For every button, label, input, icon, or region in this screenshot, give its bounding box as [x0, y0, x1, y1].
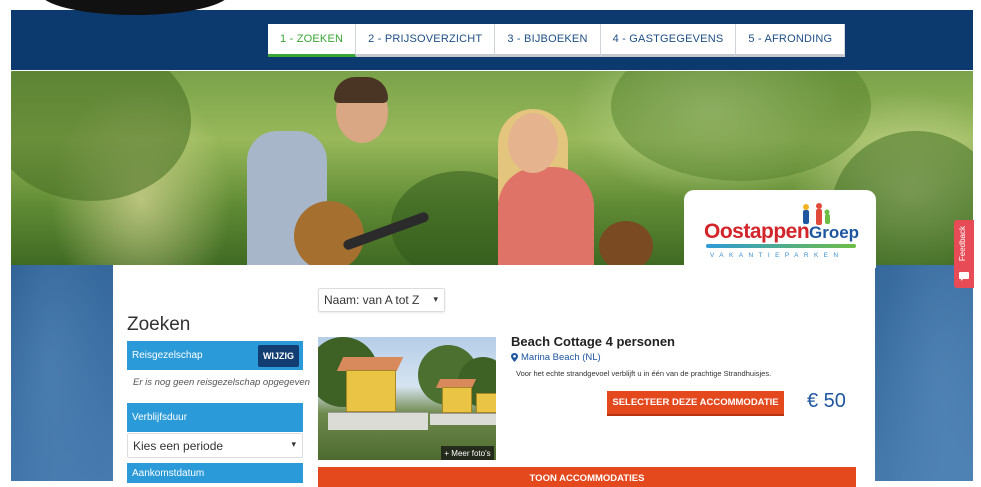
- feedback-label: Feedback: [958, 226, 967, 262]
- caret-down-icon: ▾: [291, 439, 296, 449]
- hero-woman: [498, 167, 594, 265]
- edit-group-button[interactable]: WIJZIG: [258, 345, 299, 367]
- accommodation-location[interactable]: Marina Beach (NL): [511, 352, 601, 363]
- hero-child-1: [294, 201, 364, 265]
- photo-deck: [430, 413, 496, 425]
- header-bar: 1 - ZOEKEN 2 - PRIJSOVERZICHT 3 - BIJBOE…: [11, 10, 973, 70]
- hero-woman-head: [508, 113, 558, 173]
- accommodation-photo[interactable]: [318, 337, 496, 460]
- accommodation-description: Voor het echte strandgevoel verblijft u …: [516, 369, 772, 378]
- group-label: Reisgezelschap: [132, 350, 203, 361]
- photo-cottage: [442, 387, 472, 413]
- duration-label: Verblijfsduur: [132, 412, 188, 423]
- logo-wordmark: Oostappen: [704, 220, 810, 243]
- hero-foliage: [611, 71, 871, 181]
- duration-header: Verblijfsduur: [127, 403, 303, 432]
- no-group-text: Er is nog geen reisgezelschap opgegeven: [133, 377, 310, 388]
- caret-down-icon: ▾: [433, 294, 438, 304]
- arrival-label: Aankomstdatum: [132, 467, 205, 479]
- booking-steps: 1 - ZOEKEN 2 - PRIJSOVERZICHT 3 - BIJBOE…: [268, 24, 846, 57]
- feedback-icon: [959, 272, 969, 281]
- photo-roof: [336, 357, 404, 371]
- photo-deck: [328, 412, 428, 430]
- more-photos-button[interactable]: + Meer foto's: [441, 446, 494, 460]
- logo-wave: [706, 244, 856, 248]
- step-gastgegevens[interactable]: 4 - GASTGEGEVENS: [600, 24, 737, 57]
- feedback-tab[interactable]: Feedback: [954, 220, 974, 288]
- period-select[interactable]: Kies een periode ▾: [127, 433, 303, 458]
- logo-groep: Groep: [809, 223, 860, 242]
- location-text: Marina Beach (NL): [521, 352, 601, 363]
- step-afronding[interactable]: 5 - AFRONDING: [736, 24, 846, 57]
- select-accommodation-button[interactable]: SELECTEER DEZE ACCOMMODATIE: [607, 391, 784, 416]
- step-prijsoverzicht[interactable]: 2 - PRIJSOVERZICHT: [356, 24, 496, 57]
- photo-cottage: [476, 393, 496, 413]
- hero-foliage: [11, 71, 191, 201]
- search-title: Zoeken: [127, 314, 191, 335]
- sort-select[interactable]: Naam: van A tot Z ▾: [318, 288, 445, 312]
- period-select-value: Kies een periode: [133, 438, 224, 453]
- step-zoeken[interactable]: 1 - ZOEKEN: [268, 24, 357, 57]
- logo-subtitle: VAKANTIEPARKEN: [710, 252, 844, 259]
- hero-man-hair: [334, 77, 388, 103]
- step-bijboeken[interactable]: 3 - BIJBOEKEN: [495, 24, 601, 57]
- show-accommodations-button[interactable]: TOON ACCOMMODATIES: [318, 467, 856, 487]
- arrival-header: Aankomstdatum: [127, 463, 303, 483]
- hero-child-2: [599, 221, 653, 265]
- sort-select-value: Naam: van A tot Z: [324, 293, 420, 307]
- map-pin-icon: [511, 353, 518, 362]
- accommodation-price: € 50: [807, 390, 846, 412]
- accommodation-title[interactable]: Beach Cottage 4 personen: [511, 334, 675, 349]
- photo-cottage: [346, 370, 396, 412]
- oostappen-logo[interactable]: Oostappen Groep VAKANTIEPARKEN: [684, 190, 876, 268]
